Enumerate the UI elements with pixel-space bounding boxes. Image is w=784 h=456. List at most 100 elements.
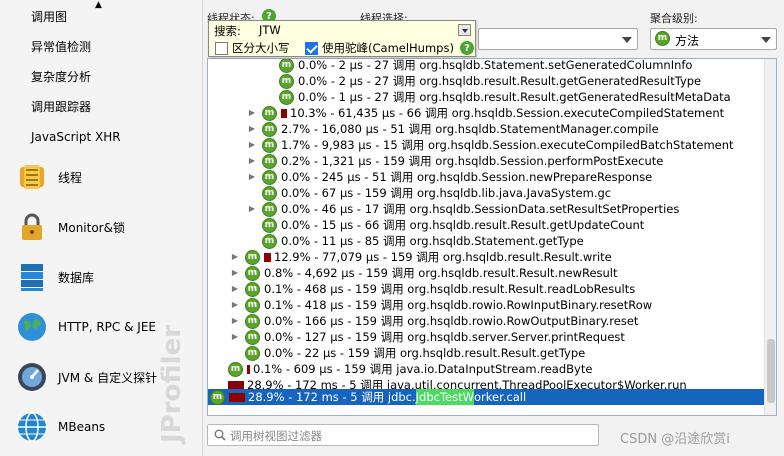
- vertical-scrollbar[interactable]: [764, 59, 776, 415]
- method-icon: m: [279, 73, 294, 89]
- chevron-down-icon: [761, 37, 771, 43]
- selected-row-suffix: orker.call: [474, 390, 527, 404]
- time-bar: [281, 108, 287, 118]
- call-tree-row-text: 0.0% - 67 µs - 159 调用 org.hsqldb.lib.jav…: [281, 186, 612, 200]
- call-tree-row[interactable]: m 0.0% - 11 µs - 85 调用 org.hsqldb.Stateme…: [246, 233, 584, 249]
- call-tree-row-text: 0.0% - 245 µs - 51 调用 org.hsqldb.Session…: [281, 170, 653, 184]
- call-tree-row-text: 0.2% - 1,321 µs - 159 调用 org.hsqldb.Sess…: [281, 154, 664, 168]
- sidebar-item-monitors-locks[interactable]: Monitor&锁: [15, 206, 195, 248]
- call-tree[interactable]: m 0.0% - 2 µs - 27 调用 org.hsqldb.Statemen…: [207, 58, 777, 416]
- expand-arrow-icon[interactable]: ▶: [246, 201, 258, 217]
- case-sensitive-checkbox[interactable]: 区分大小写: [215, 40, 290, 56]
- expand-arrow-icon[interactable]: ▶: [229, 281, 241, 297]
- method-icon: m: [245, 345, 260, 361]
- call-tree-row-text: 0.0% - 166 µs - 159 调用 org.hsqldb.rowio.…: [264, 314, 639, 328]
- search-history-dropdown-button[interactable]: [458, 24, 471, 36]
- aggregation-value: 方法: [675, 34, 700, 48]
- expand-arrow-icon[interactable]: ▶: [246, 153, 258, 169]
- scrollbar-thumb[interactable]: [767, 339, 775, 403]
- time-bar: [264, 252, 271, 262]
- sidebar-item-label: 线程: [58, 170, 83, 185]
- expand-arrow-icon[interactable]: ▶: [229, 313, 241, 329]
- camelhumps-label: 使用驼峰(CamelHumps): [322, 41, 454, 55]
- sidebar-item-label: JVM & 自定义探针: [58, 370, 158, 385]
- expand-arrow-icon[interactable]: ▶: [229, 297, 241, 313]
- call-tree-row-text: 1.7% - 9,983 µs - 15 调用 org.hsqldb.Sessi…: [281, 138, 734, 152]
- call-tree-row[interactable]: ▶ m 0.8% - 4,692 µs - 159 调用 org.hsqldb.re…: [229, 265, 618, 281]
- method-icon: m: [655, 31, 670, 46]
- method-icon: m: [245, 281, 260, 297]
- scroll-up-icon[interactable]: ▲: [95, 1, 102, 10]
- call-tree-row-text: 0.0% - 1 µs - 27 调用 org.hsqldb.result.Re…: [298, 90, 731, 104]
- method-icon: m: [262, 169, 277, 185]
- expand-arrow-icon[interactable]: ▶: [229, 249, 241, 265]
- method-icon: m: [262, 153, 277, 169]
- call-tree-row[interactable]: ▶ m 0.0% - 166 µs - 159 调用 org.hsqldb.rowi…: [229, 313, 638, 329]
- sidebar-item-label: MBeans: [58, 420, 106, 434]
- call-tree-row[interactable]: m 0.1% - 609 µs - 159 调用 java.io.DataInpu…: [212, 361, 592, 377]
- camelhumps-checkbox[interactable]: 使用驼峰(CamelHumps): [305, 40, 454, 56]
- call-tree-row-text: 12.9% - 77,079 µs - 159 调用 org.hsqldb.re…: [274, 250, 612, 264]
- call-tree-row-text: 0.0% - 2 µs - 27 调用 org.hsqldb.Statement…: [298, 58, 693, 72]
- lock-icon: [15, 210, 49, 244]
- call-tree-row-text: 2.7% - 16,080 µs - 51 调用 org.hsqldb.Stat…: [281, 122, 659, 136]
- method-icon: m: [262, 137, 277, 153]
- thread-select-combo[interactable]: [478, 28, 638, 50]
- sidebar-item-label: HTTP, RPC & JEE: [58, 320, 156, 334]
- checkbox-box[interactable]: [215, 41, 228, 55]
- expand-arrow-icon[interactable]: ▶: [246, 105, 258, 121]
- time-bar: [247, 364, 250, 374]
- call-tree-row-text: 0.1% - 468 µs - 159 调用 org.hsqldb.result…: [264, 282, 636, 296]
- svg-text:JProfiler: JProfiler: [157, 325, 187, 445]
- call-tree-row[interactable]: ▶ m 0.0% - 127 µs - 159 调用 org.hsqldb.serv…: [229, 329, 625, 345]
- expand-arrow-icon[interactable]: ▶: [229, 329, 241, 345]
- call-tree-row[interactable]: m 0.0% - 1 µs - 27 调用 org.hsqldb.result.R…: [263, 89, 731, 105]
- search-help-icon[interactable]: ?: [460, 41, 474, 55]
- method-icon: m: [245, 313, 260, 329]
- call-tree-row-text: 0.0% - 11 µs - 85 调用 org.hsqldb.Statemen…: [281, 234, 584, 248]
- sidebar-item-call-tracer[interactable]: 调用跟踪器: [31, 97, 91, 117]
- filter-placeholder: 调用树视图过滤器: [230, 429, 322, 443]
- method-icon: m: [210, 389, 225, 405]
- call-tree-row[interactable]: ▶ m 1.7% - 9,983 µs - 15 调用 org.hsqldb.Ses…: [246, 137, 734, 153]
- sidebar-item-threads[interactable]: 线程: [15, 156, 195, 198]
- call-tree-row[interactable]: ▶ m 0.0% - 245 µs - 51 调用 org.hsqldb.Sessi…: [246, 169, 652, 185]
- sidebar-item-javascript-xhr[interactable]: JavaScript XHR: [31, 127, 121, 147]
- sidebar-item-call-graph[interactable]: 调用图: [31, 7, 67, 27]
- mbeans-globe-icon: [15, 410, 49, 444]
- aggregation-label: 聚合级别:: [650, 12, 698, 25]
- call-tree-row[interactable]: ▶ m 2.7% - 16,080 µs - 51 调用 org.hsqldb.St…: [246, 121, 659, 137]
- sidebar-item-complexity-analysis[interactable]: 复杂度分析: [31, 67, 91, 87]
- call-tree-row-text: 0.0% - 46 µs - 17 调用 org.hsqldb.SessionD…: [281, 202, 680, 216]
- call-tree-row[interactable]: m 0.0% - 2 µs - 27 调用 org.hsqldb.result.R…: [263, 73, 701, 89]
- aggregation-combo[interactable]: m 方法: [650, 28, 777, 50]
- checkbox-box[interactable]: [305, 41, 318, 55]
- call-tree-row[interactable]: ▶ m 0.0% - 46 µs - 17 调用 org.hsqldb.Sessio…: [246, 201, 679, 217]
- method-icon: m: [262, 121, 277, 137]
- call-tree-row[interactable]: ▶ m 0.1% - 468 µs - 159 调用 org.hsqldb.resu…: [229, 281, 635, 297]
- expand-arrow-icon[interactable]: ▶: [246, 121, 258, 137]
- search-input[interactable]: JTW: [259, 23, 449, 38]
- threads-icon: [15, 160, 49, 194]
- sidebar-item-outlier-detection[interactable]: 异常值检测: [31, 37, 91, 57]
- call-tree-row-text: 0.0% - 15 µs - 66 调用 org.hsqldb.result.R…: [281, 218, 645, 232]
- call-tree-row[interactable]: m 0.0% - 22 µs - 159 调用 org.hsqldb.result…: [229, 345, 585, 361]
- method-icon: m: [262, 105, 277, 121]
- call-tree-row[interactable]: m 0.0% - 2 µs - 27 调用 org.hsqldb.Statemen…: [263, 58, 693, 73]
- method-icon: m: [245, 249, 260, 265]
- call-tree-row[interactable]: ▶ m 0.1% - 418 µs - 159 调用 org.hsqldb.rowi…: [229, 297, 652, 313]
- search-popup: 搜索: JTW 区分大小写 使用驼峰(CamelHumps) ?: [208, 20, 476, 57]
- expand-arrow-icon[interactable]: ▶: [246, 169, 258, 185]
- case-sensitive-label: 区分大小写: [232, 41, 290, 55]
- call-tree-row[interactable]: m 0.0% - 15 µs - 66 调用 org.hsqldb.result.…: [246, 217, 644, 233]
- call-tree-row[interactable]: ▶ m 0.2% - 1,321 µs - 159 调用 org.hsqldb.Se…: [246, 153, 663, 169]
- expand-arrow-icon[interactable]: ▶: [246, 137, 258, 153]
- call-tree-row[interactable]: ▶ m 12.9% - 77,079 µs - 159 调用 org.hsqldb.…: [229, 249, 612, 265]
- call-tree-row[interactable]: ▶ m 10.3% - 61,435 µs - 66 调用 org.hsqldb.S…: [246, 105, 724, 121]
- call-tree-row-selected[interactable]: m 28.9% - 172 ms - 5 调用 jdbc. JdbcTestW or…: [208, 389, 764, 405]
- jprofiler-watermark: JProfiler: [157, 325, 187, 445]
- call-tree-filter-input[interactable]: 调用树视图过滤器: [207, 424, 599, 446]
- call-tree-row-text: 10.3% - 61,435 µs - 66 调用 org.hsqldb.Ses…: [290, 106, 725, 120]
- call-tree-row[interactable]: m 0.0% - 67 µs - 159 调用 org.hsqldb.lib.ja…: [246, 185, 611, 201]
- expand-arrow-icon[interactable]: ▶: [229, 265, 241, 281]
